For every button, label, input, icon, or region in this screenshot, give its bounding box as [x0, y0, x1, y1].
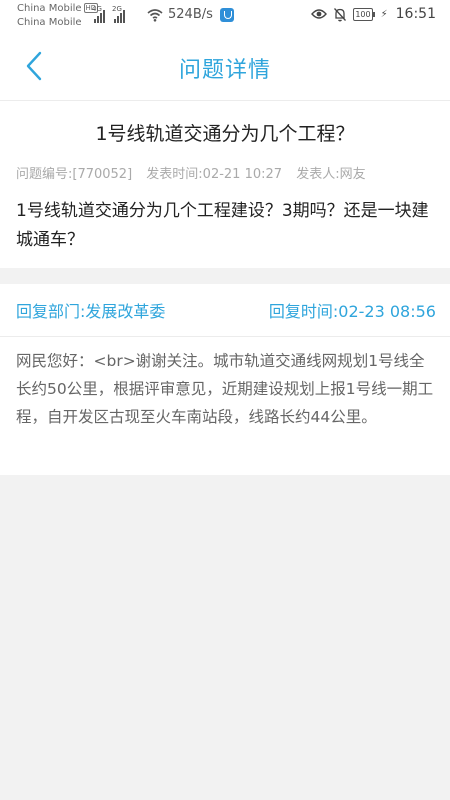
- question-meta: 问题编号:[770052] 发表时间:02-21 10:27 发表人:网友: [16, 163, 376, 182]
- question-body: 1号线轨道交通分为几个工程建设？3期吗？还是一块建城通车？: [16, 201, 429, 250]
- battery-level: 100: [355, 9, 371, 19]
- reply-department: 回复部门:发展改革委: [16, 302, 166, 321]
- signal-1-tag: 4G: [92, 5, 102, 13]
- page-title: 问题详情: [178, 58, 271, 83]
- question-id: 问题编号:[770052]: [16, 167, 133, 182]
- app-notification-icon: [220, 8, 234, 22]
- status-right: 100 ⚡ 16:51: [311, 6, 436, 22]
- status-bar: China Mobile HD China Mobile 4G 2G 524B/s…: [0, 0, 450, 32]
- eye-icon: [311, 9, 328, 19]
- mute-bell-icon: [334, 7, 347, 21]
- carrier-2: China Mobile: [17, 17, 82, 28]
- signal-1-icon: 4G: [92, 5, 105, 23]
- net-speed: 524B/s: [168, 7, 213, 22]
- reply-time: 回复时间:02-23 08:56: [268, 302, 436, 321]
- signal-2-icon: 2G: [112, 5, 125, 23]
- signal-group: 4G 2G: [92, 5, 125, 23]
- carrier-info: China Mobile HD China Mobile: [17, 2, 99, 30]
- question-card: 1号线轨道交通分为几个工程？ 问题编号:[770052] 发表时间:02-21 …: [0, 101, 450, 268]
- question-title: 1号线轨道交通分为几个工程？: [95, 123, 355, 145]
- header: 问题详情: [0, 32, 450, 101]
- battery-icon: 100: [353, 7, 375, 21]
- reply-header: 回复部门:发展改革委 回复时间:02-23 08:56: [0, 284, 450, 337]
- charging-icon: ⚡: [380, 8, 388, 20]
- signal-2-tag: 2G: [112, 5, 122, 13]
- question-time: 发表时间:02-21 10:27: [146, 167, 283, 182]
- carrier-1: China Mobile: [17, 3, 82, 14]
- wifi-icon: [147, 9, 163, 22]
- question-author: 发表人:网友: [296, 167, 366, 182]
- clock: 16:51: [395, 6, 436, 22]
- reply-body: 网民您好：<br>谢谢关注。城市轨道交通线网规划1号线全长约50公里，根据评审意…: [0, 337, 450, 475]
